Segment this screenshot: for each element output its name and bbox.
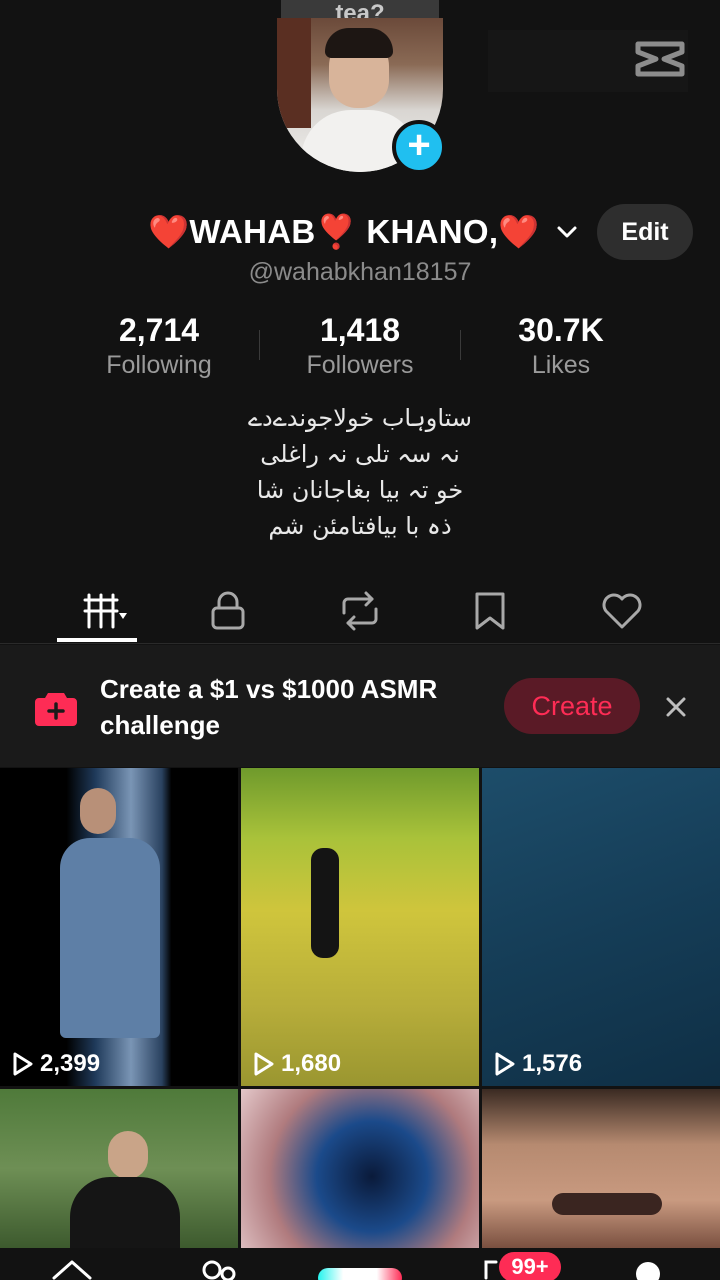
add-story-plus-icon[interactable]: +	[392, 120, 446, 174]
create-camera-icon	[35, 693, 77, 726]
lock-icon	[211, 591, 245, 630]
inbox-badge: 99+	[499, 1252, 561, 1280]
repost-icon	[342, 591, 378, 631]
video-thumbnail[interactable]	[482, 1089, 720, 1248]
stat-likes-label: Likes	[531, 351, 591, 379]
stat-likes-value: 30.7K	[518, 312, 604, 348]
video-thumbnail[interactable]	[241, 1089, 479, 1248]
stat-followers[interactable]: 1,418 Followers	[260, 312, 460, 380]
active-tab-indicator	[57, 638, 137, 642]
tab-reposts[interactable]	[320, 578, 400, 644]
video-thumbnail[interactable]: 1,680	[241, 768, 479, 1086]
view-count: 2,399	[12, 1050, 100, 1078]
tab-videos[interactable]	[57, 578, 137, 644]
tab-favorites[interactable]	[450, 578, 530, 644]
profile-display-name: ❤️WAHAB❣️ KHANO,❤️	[148, 212, 540, 250]
view-count: 1,680	[253, 1050, 341, 1078]
capcut-icon[interactable]	[634, 38, 686, 80]
stat-following-label: Following	[106, 351, 212, 379]
bottom-nav	[0, 1248, 720, 1280]
chevron-down-icon[interactable]	[554, 219, 580, 245]
video-thumbnail[interactable]: 2,399	[0, 768, 238, 1086]
bio-line: خو تہ بیا بغاجانان شا	[256, 476, 464, 504]
bookmark-icon	[475, 592, 505, 630]
home-icon[interactable]	[50, 1252, 94, 1280]
tab-liked[interactable]	[582, 578, 662, 644]
profile-tabs	[0, 578, 720, 644]
stat-following[interactable]: 2,714 Following	[59, 312, 259, 380]
tab-private[interactable]	[188, 578, 268, 644]
profile-nav-avatar[interactable]	[636, 1262, 660, 1280]
play-icon	[13, 1052, 33, 1076]
create-video-button[interactable]	[318, 1268, 402, 1280]
heart-icon	[602, 593, 642, 629]
view-count-value: 1,576	[522, 1050, 583, 1077]
videos-grid-icon	[83, 593, 127, 629]
stat-following-value: 2,714	[118, 312, 200, 348]
friends-icon[interactable]	[196, 1252, 240, 1280]
profile-name-row[interactable]: ❤️WAHAB❣️ KHANO,❤️	[148, 210, 580, 254]
profile-stats: 2,714 Following 1,418 Followers 30.7K Li…	[0, 312, 720, 392]
view-count: 1,576	[494, 1050, 582, 1078]
stat-followers-label: Followers	[306, 351, 414, 379]
play-icon	[254, 1052, 274, 1076]
profile-bio: ستاوہاب خولاجوندےدے نہ سہ تلی نہ راغلی خ…	[0, 400, 720, 544]
create-button[interactable]: Create	[504, 678, 640, 734]
video-grid: 2,399 1,680 1,576	[0, 768, 720, 1248]
bio-line: نہ سہ تلی نہ راغلی	[260, 440, 460, 468]
edit-profile-button[interactable]: Edit	[597, 204, 693, 260]
video-thumbnail[interactable]: 1,576	[482, 768, 720, 1086]
close-icon[interactable]	[662, 693, 690, 721]
stat-divider	[259, 330, 260, 360]
stat-likes[interactable]: 30.7K Likes	[461, 312, 661, 380]
stat-followers-value: 1,418	[319, 312, 401, 348]
video-thumbnail[interactable]	[0, 1089, 238, 1248]
bio-line: ستاوہاب خولاجوندےدے	[247, 404, 473, 432]
promo-text: Create a $1 vs $1000 ASMR challenge	[100, 674, 438, 740]
view-count-value: 1,680	[281, 1050, 342, 1077]
profile-handle: @wahabkhan18157	[248, 258, 472, 286]
promo-banner[interactable]: Create a $1 vs $1000 ASMR challenge Crea…	[0, 645, 720, 767]
play-icon	[495, 1052, 515, 1076]
bio-line: ذہ با بیافتامئن شم	[268, 512, 452, 540]
view-count-value: 2,399	[40, 1050, 101, 1077]
stat-divider	[460, 330, 461, 360]
